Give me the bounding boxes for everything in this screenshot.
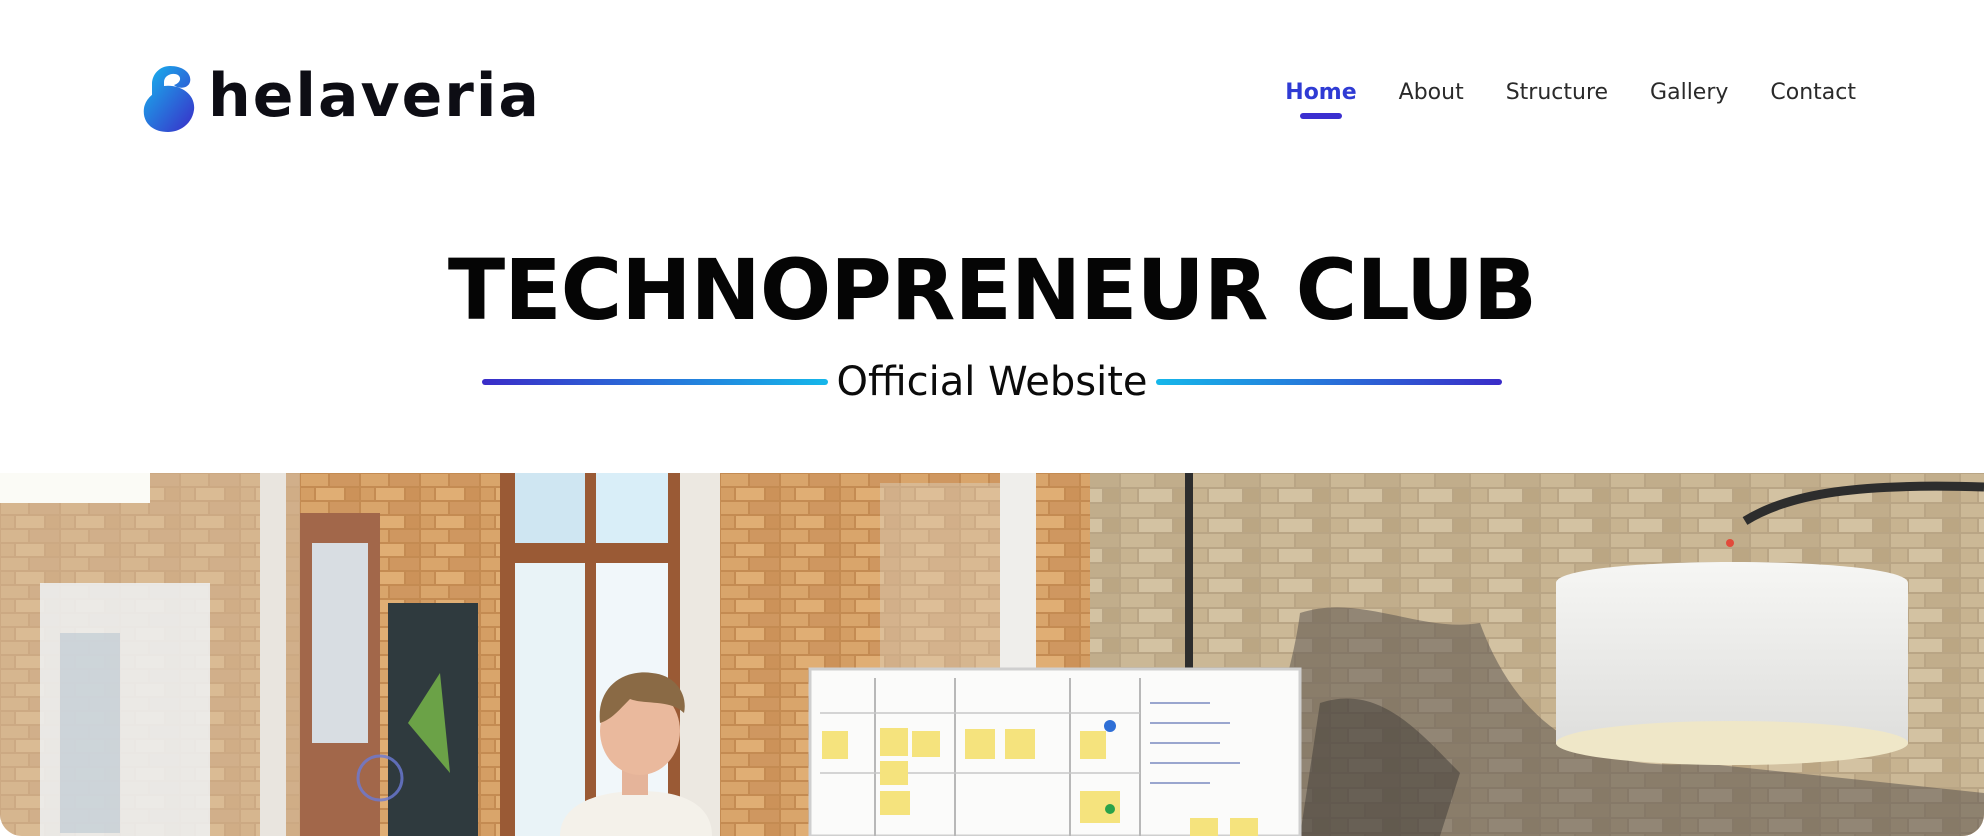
page: helaveria Home About Structure Gallery C… <box>0 0 1984 836</box>
brand-logo[interactable]: helaveria <box>140 60 541 136</box>
nav-gallery-label: Gallery <box>1650 80 1729 105</box>
office-whiteboard-photo-icon <box>0 473 1984 836</box>
nav-about[interactable]: About <box>1399 80 1464 113</box>
hero-subtitle-row: Official Website <box>0 362 1984 402</box>
main-nav: Home About Structure Gallery Contact <box>1285 80 1856 119</box>
brand-name: helaveria <box>208 61 541 131</box>
hero-subtitle: Official Website <box>836 359 1148 405</box>
nav-structure[interactable]: Structure <box>1506 80 1608 113</box>
hero-image <box>0 473 1984 836</box>
nav-home-label: Home <box>1285 80 1357 105</box>
site-header: helaveria Home About Structure Gallery C… <box>0 0 1984 200</box>
nav-home[interactable]: Home <box>1285 80 1357 119</box>
nav-contact-label: Contact <box>1770 80 1856 105</box>
subtitle-rule-right <box>1155 379 1502 385</box>
nav-gallery[interactable]: Gallery <box>1650 80 1728 113</box>
subtitle-rule-left <box>482 379 829 385</box>
hero-title: TECHNOPRENEUR CLUB <box>447 241 1537 339</box>
active-indicator <box>1299 113 1342 119</box>
nav-about-label: About <box>1398 80 1464 105</box>
nav-structure-label: Structure <box>1505 80 1609 105</box>
logo-mark-icon <box>143 66 195 132</box>
nav-contact[interactable]: Contact <box>1770 80 1856 113</box>
